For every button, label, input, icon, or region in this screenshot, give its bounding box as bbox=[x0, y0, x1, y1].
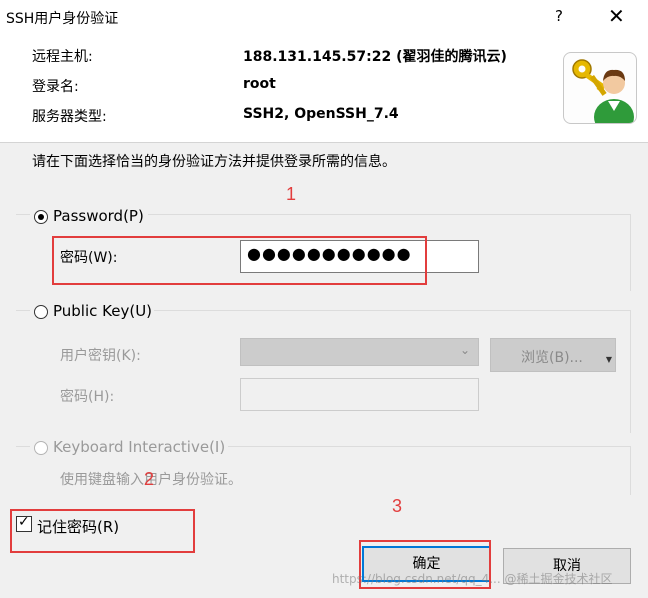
password-radio[interactable] bbox=[34, 210, 48, 224]
window-title: SSH用户身份验证 bbox=[6, 11, 119, 27]
close-button[interactable]: ✕ bbox=[608, 4, 625, 28]
key-user-icon bbox=[563, 52, 637, 124]
help-button[interactable]: ? bbox=[555, 7, 563, 25]
annotation-label-1: 1 bbox=[286, 184, 297, 204]
split-arrow-icon: ▼ bbox=[605, 355, 612, 364]
passphrase-input[interactable] bbox=[240, 378, 479, 411]
annotation-label-2: 2 bbox=[144, 469, 155, 489]
browse-button-label: 浏览(B)... bbox=[521, 350, 583, 366]
instruction-text: 请在下面选择恰当的身份验证方法并提供登录所需的信息。 bbox=[32, 154, 396, 170]
userkey-label: 用户密钥(K): bbox=[60, 348, 141, 364]
passphrase-label: 密码(H): bbox=[60, 389, 115, 405]
user-value: root bbox=[243, 76, 276, 92]
server-type-value: SSH2, OpenSSH_7.4 bbox=[243, 106, 399, 122]
host-value: 188.131.145.57:22 (翟羽佳的腾讯云) bbox=[243, 49, 507, 65]
connection-info-panel: 远程主机: 188.131.145.57:22 (翟羽佳的腾讯云) 登录名: r… bbox=[0, 34, 648, 143]
publickey-radio[interactable] bbox=[34, 305, 48, 319]
userkey-select[interactable]: ⌄ bbox=[240, 338, 479, 366]
server-type-label: 服务器类型: bbox=[32, 109, 107, 125]
user-label: 登录名: bbox=[32, 79, 79, 95]
annotation-box-remember bbox=[10, 509, 195, 553]
title-bar: SSH用户身份验证 ? ✕ bbox=[0, 0, 648, 34]
annotation-label-3: 3 bbox=[392, 496, 403, 516]
password-radio-label[interactable]: Password(P) bbox=[53, 207, 144, 225]
host-label: 远程主机: bbox=[32, 49, 93, 65]
keyboard-radio-label[interactable]: Keyboard Interactive(I) bbox=[53, 438, 225, 456]
annotation-box-password bbox=[52, 236, 427, 285]
chevron-down-icon: ⌄ bbox=[459, 343, 470, 357]
keyboard-radio[interactable] bbox=[34, 441, 48, 455]
watermark: https://blog.csdn.net/qq_4... @稀土掘金技术社区 bbox=[332, 572, 613, 586]
publickey-radio-label[interactable]: Public Key(U) bbox=[53, 302, 152, 320]
browse-button[interactable]: 浏览(B)... ▼ bbox=[490, 338, 616, 372]
